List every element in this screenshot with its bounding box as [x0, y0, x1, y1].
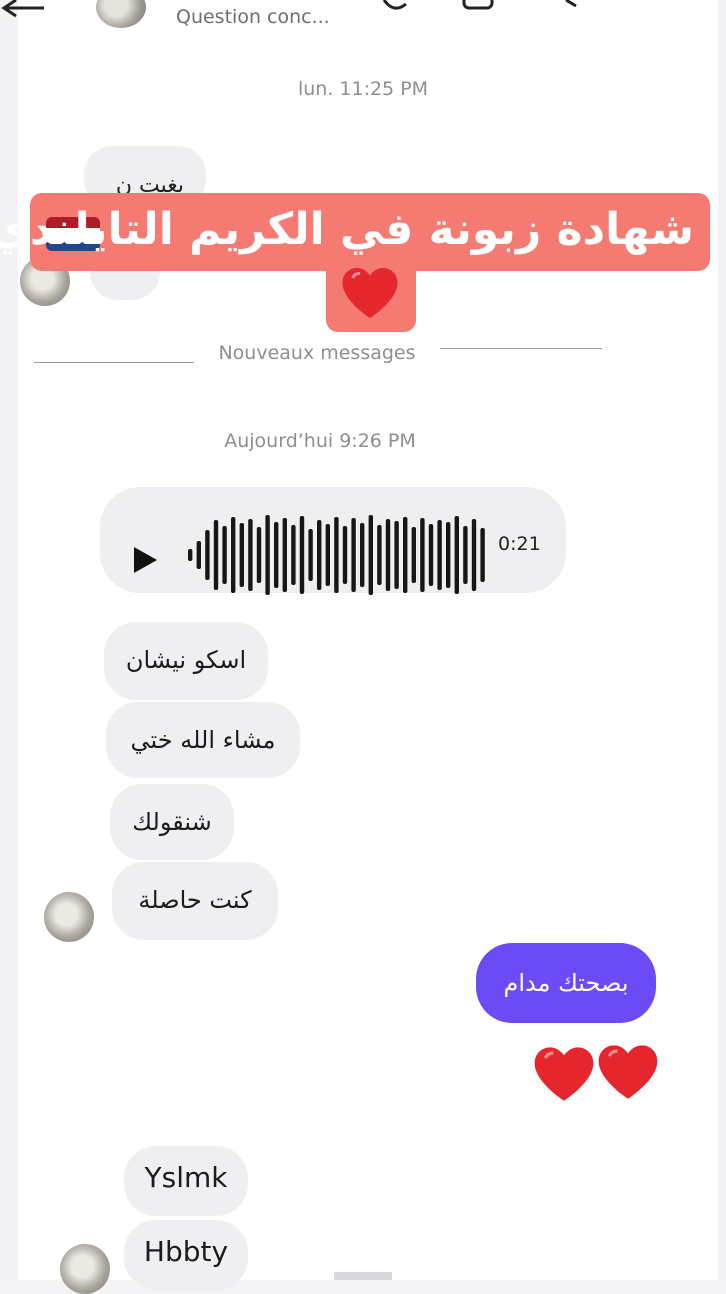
back-arrow-icon[interactable] — [0, 0, 48, 22]
received-message-bubble[interactable]: Yslmk — [124, 1146, 248, 1216]
waveform-bar — [222, 526, 227, 584]
banner-title: شهادة زبونة في الكريم التايلندي — [0, 204, 694, 255]
sent-message-bubble[interactable]: بصحتك مدام — [476, 943, 656, 1023]
waveform-bar — [205, 530, 210, 580]
waveform-bar — [360, 523, 365, 587]
waveform-bar — [274, 522, 279, 588]
waveform-bar — [471, 519, 477, 591]
contact-avatar[interactable] — [44, 892, 94, 942]
new-messages-divider: Nouveaux messages — [0, 342, 726, 372]
red-heart-icon[interactable] — [596, 1042, 660, 1102]
waveform-bar — [420, 518, 425, 592]
waveform-bar — [213, 520, 219, 590]
waveform-bar — [308, 529, 313, 581]
message-text: بصحتك مدام — [503, 969, 629, 997]
received-message-bubble[interactable]: كنت حاصلة — [112, 862, 278, 940]
waveform-bar — [334, 517, 339, 593]
waveform-bar — [463, 526, 468, 584]
waveform-bar — [325, 524, 330, 586]
red-heart-icon — [342, 268, 398, 318]
play-icon[interactable] — [130, 544, 160, 576]
message-text: شنقولك — [132, 808, 212, 836]
waveform-bar — [368, 515, 373, 595]
divider-label: Nouveaux messages — [218, 342, 416, 364]
waveform-bar — [385, 519, 391, 591]
message-text: اسكو نيشان — [125, 646, 247, 674]
voice-duration: 0:21 — [498, 533, 541, 555]
waveform-bar — [248, 519, 253, 591]
waveform-bar — [196, 541, 201, 569]
bottom-indicator — [334, 1272, 392, 1280]
timestamp-second: Aujourd’hui 9:26 PM — [224, 430, 416, 452]
waveform-bar — [265, 515, 270, 595]
waveform-bar — [231, 517, 236, 593]
received-message-bubble[interactable]: اسكو نيشان — [104, 622, 268, 700]
waveform-bar — [454, 516, 459, 594]
waveform-bar — [282, 518, 287, 592]
waveform-bar — [256, 527, 262, 583]
waveform-bar — [342, 526, 348, 584]
waveform-bar — [437, 520, 442, 590]
waveform-bar — [299, 516, 305, 594]
waveform-bar — [317, 520, 322, 590]
waveform-bar — [428, 524, 434, 586]
waveform-bar — [394, 521, 399, 589]
message-text: مشاء الله ختي — [130, 726, 276, 754]
received-message-bubble[interactable]: مشاء الله ختي — [106, 702, 300, 778]
waveform-bar — [188, 549, 193, 561]
received-message-bubble[interactable]: شنقولك — [110, 784, 234, 860]
message-text: Hbbty — [143, 1235, 229, 1268]
conversation-title[interactable]: Question conc... — [176, 6, 330, 28]
waveform-bar — [411, 527, 416, 583]
waveform-bar — [403, 517, 408, 593]
contact-avatar[interactable] — [60, 1244, 110, 1294]
waveform-bar — [291, 525, 296, 585]
message-text: كنت حاصلة — [138, 886, 252, 914]
waveform-bar — [446, 522, 451, 588]
message-text: Yslmk — [144, 1161, 228, 1194]
waveform-bar — [480, 528, 485, 582]
waveform-bar — [377, 525, 382, 585]
waveform-bar — [351, 518, 356, 592]
waveform-bar — [239, 523, 244, 587]
red-heart-icon[interactable] — [532, 1044, 596, 1104]
header-action-icons[interactable] — [380, 0, 600, 14]
audio-waveform[interactable] — [184, 511, 494, 599]
timestamp-first: lun. 11:25 PM — [297, 78, 429, 100]
